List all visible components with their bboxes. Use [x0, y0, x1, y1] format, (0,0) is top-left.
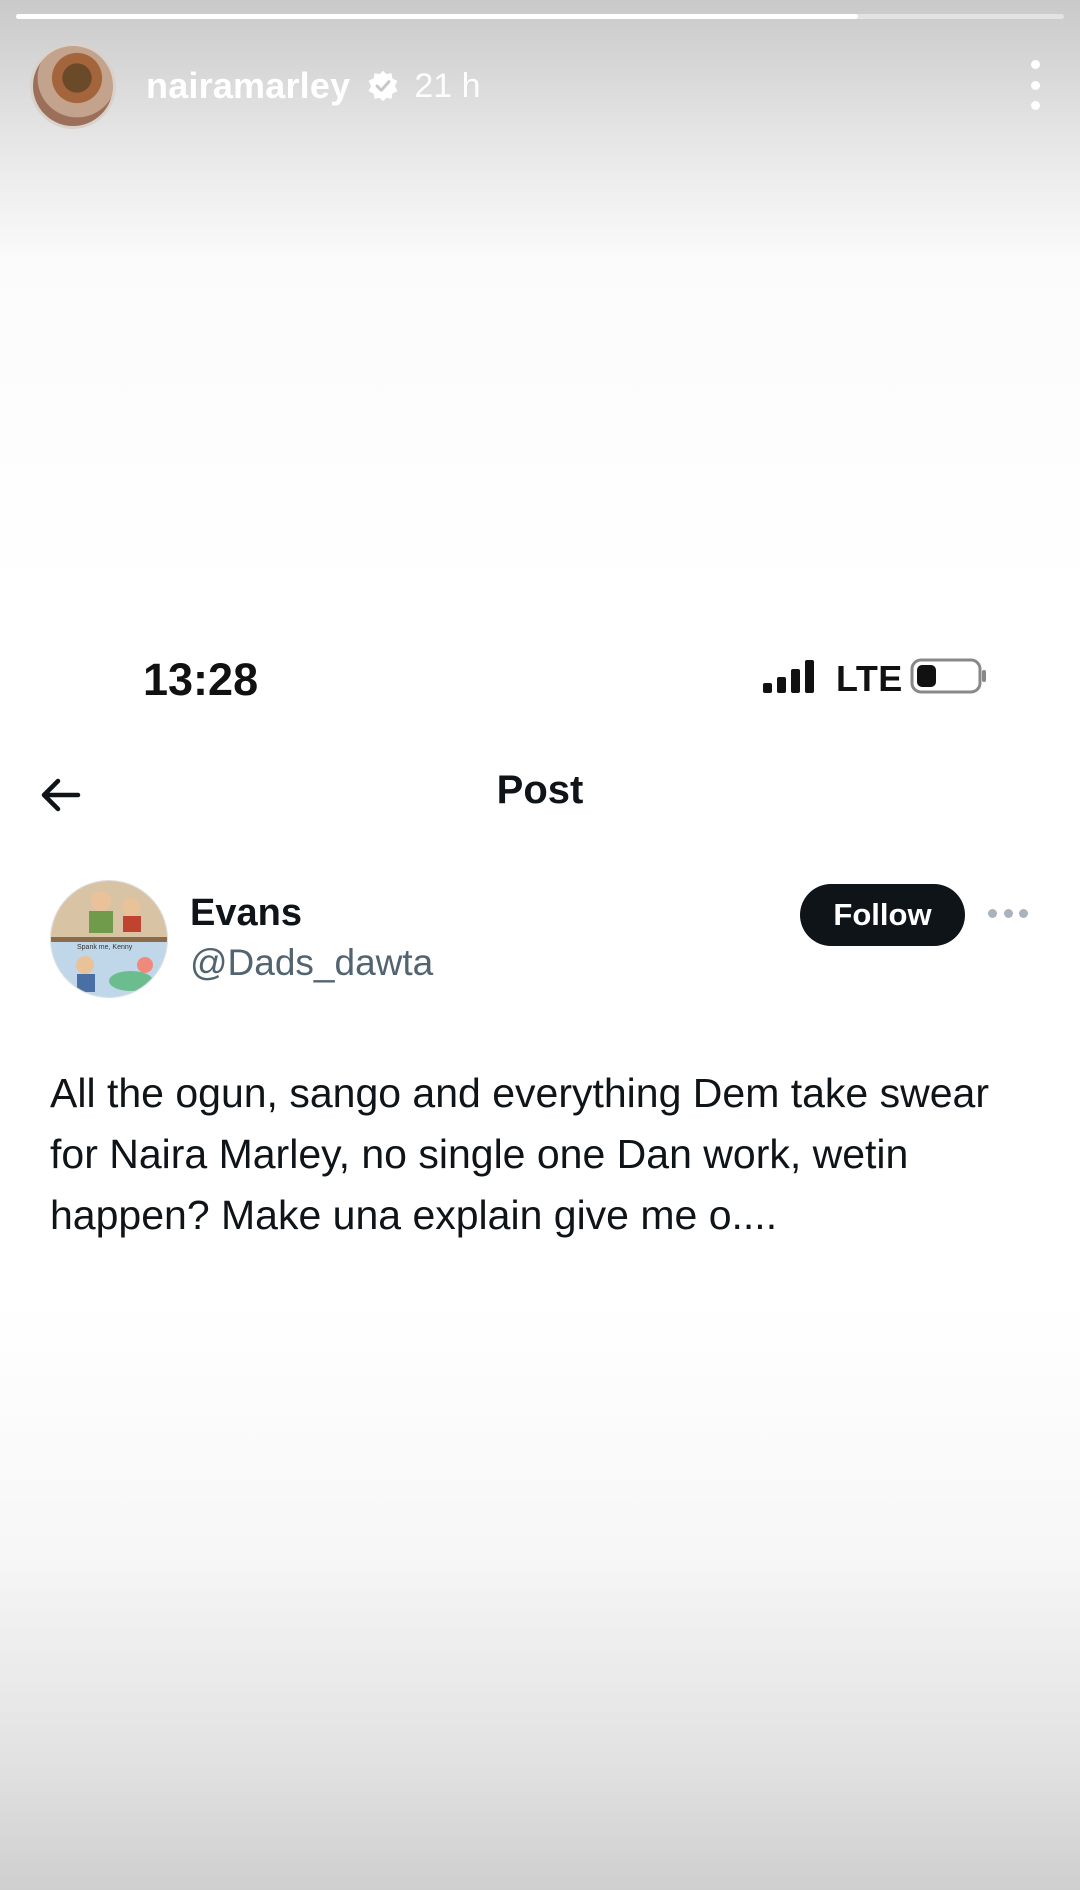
signal-strength-icon	[763, 660, 814, 693]
post-author-row: Spank me, Kenny Evans @Dads_dawta Follow	[50, 878, 1030, 1003]
post-nav-bar: Post	[0, 760, 1080, 830]
author-handle[interactable]: @Dads_dawta	[190, 942, 433, 984]
status-time: 13:28	[143, 654, 259, 705]
avatar-cartoon-image: Spank me, Kenny	[51, 881, 167, 997]
more-horizontal-icon[interactable]	[988, 906, 1028, 920]
verified-badge-icon	[368, 70, 398, 102]
story-progress-bar	[16, 14, 1064, 19]
post-text: All the ogun, sango and everything Dem t…	[50, 1070, 989, 1238]
story-avatar[interactable]	[30, 43, 116, 129]
follow-button[interactable]: Follow	[800, 884, 965, 946]
battery-icon	[910, 658, 986, 694]
avatar-caption: Spank me, Kenny	[77, 944, 133, 951]
page-title: Post	[496, 768, 584, 812]
story-username[interactable]: nairamarley	[146, 65, 350, 107]
network-label: LTE	[836, 658, 903, 699]
author-name[interactable]: Evans	[190, 892, 302, 935]
story-time: 21 h	[414, 66, 481, 105]
embedded-status-bar: 13:28 LTE	[0, 640, 1080, 720]
more-options-icon[interactable]	[1020, 60, 1050, 110]
story-progress-fill	[16, 14, 858, 19]
author-avatar[interactable]: Spank me, Kenny	[50, 880, 168, 998]
story-header: nairamarley 21 h	[30, 42, 1050, 130]
